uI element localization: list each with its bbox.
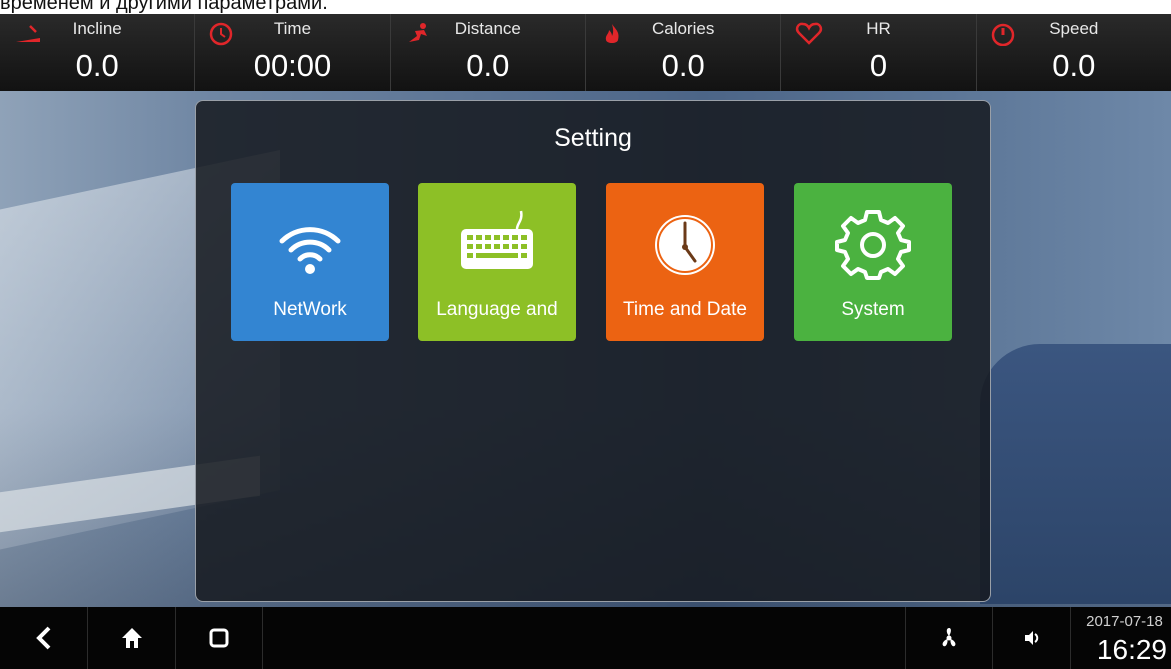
- back-button[interactable]: [0, 607, 88, 669]
- language-tile[interactable]: Language and: [418, 183, 576, 341]
- tile-label: System: [841, 299, 905, 320]
- stat-distance: Distance 0.0: [390, 14, 586, 91]
- stat-value: 0: [869, 48, 888, 83]
- caption-text: временем и другими параметрами.: [0, 0, 328, 14]
- stat-label: Speed: [1049, 19, 1099, 38]
- home-button[interactable]: [88, 607, 176, 669]
- time-date-tile[interactable]: Time and Date: [606, 183, 764, 341]
- stat-calories: Calories 0.0: [585, 14, 782, 91]
- recent-apps-button[interactable]: [176, 607, 263, 669]
- background-hills: [980, 344, 1171, 604]
- stat-label: Time: [273, 19, 312, 38]
- stat-value: 0.0: [661, 48, 705, 83]
- navigation-bar: 2017-07-18 16:29: [0, 607, 1171, 669]
- fan-icon: [942, 628, 956, 647]
- stat-label: HR: [866, 19, 891, 38]
- tile-label: NetWork: [273, 299, 347, 320]
- stats-bar: Incline 0.0 Time 00:00 Distance 0.0 Calo…: [0, 14, 1171, 91]
- system-tile[interactable]: System: [794, 183, 952, 341]
- keyboard-icon: [461, 210, 533, 269]
- dialog-title: Setting: [554, 124, 632, 152]
- stat-time: Time 00:00: [195, 14, 391, 91]
- volume-button[interactable]: [993, 607, 1071, 669]
- stat-speed: Speed 0.0: [976, 14, 1171, 91]
- status-date: 2017-07-18: [1086, 613, 1163, 630]
- wifi-icon: [279, 227, 341, 274]
- network-tile[interactable]: NetWork: [231, 183, 389, 341]
- stat-label: Incline: [72, 19, 122, 38]
- settings-dialog: Setting NetWork Language and Time and Da…: [195, 100, 991, 602]
- stat-label: Distance: [454, 19, 521, 38]
- tile-label: Language and: [436, 299, 558, 320]
- stat-value: 0.0: [466, 48, 510, 83]
- stat-hr: HR 0: [781, 14, 977, 91]
- gear-icon: [835, 210, 911, 280]
- stat-label: Calories: [651, 19, 715, 38]
- tile-label: Time and Date: [623, 299, 747, 320]
- recent-apps-icon: [209, 628, 229, 648]
- stat-value: 0.0: [1052, 48, 1096, 83]
- fan-button[interactable]: [905, 607, 993, 669]
- stat-value: 00:00: [253, 48, 332, 83]
- home-icon: [121, 628, 142, 648]
- stat-incline: Incline 0.0: [0, 14, 196, 91]
- clock-icon: [655, 215, 715, 275]
- volume-icon: [1024, 631, 1038, 645]
- stat-value: 0.0: [75, 48, 119, 83]
- treadmill-screen: Incline 0.0 Time 00:00 Distance 0.0 Calo…: [0, 14, 1171, 669]
- back-icon: [35, 626, 50, 650]
- status-clock: 16:29: [1096, 634, 1167, 665]
